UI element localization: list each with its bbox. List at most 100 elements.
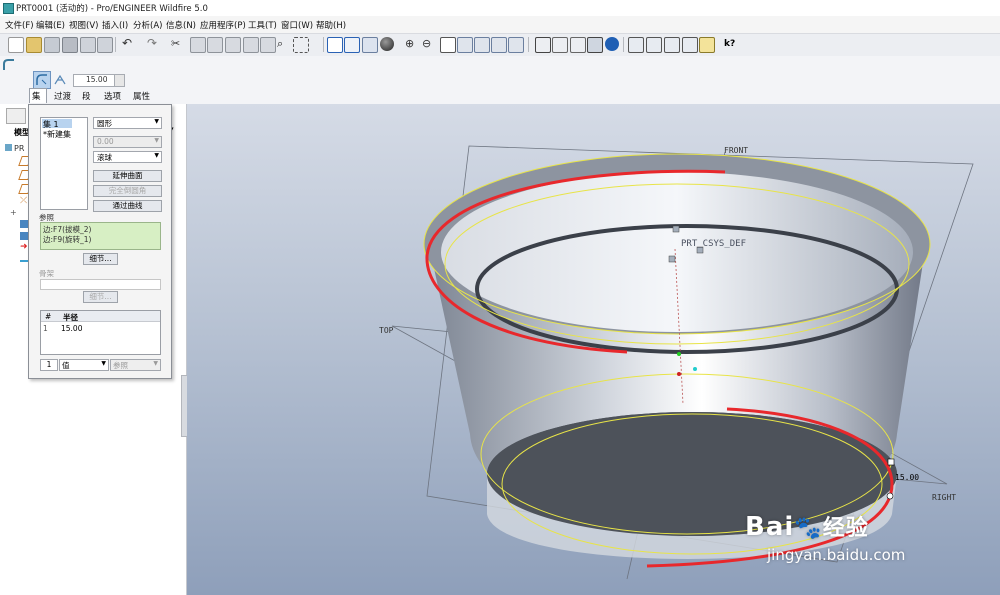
transition-mode-icon[interactable] xyxy=(53,72,67,86)
menu-analysis[interactable]: 分析(A) xyxy=(133,19,162,31)
appearance-icon[interactable] xyxy=(380,37,394,51)
extend-surfaces-button[interactable]: 延伸曲面 xyxy=(93,170,162,182)
view-manager-icon[interactable] xyxy=(508,37,524,53)
part-inner-wall[interactable] xyxy=(441,172,913,332)
menu-info[interactable]: 信息(N) xyxy=(166,19,196,31)
reorient-icon[interactable] xyxy=(457,37,473,53)
radius-table-col-radius: 半径 xyxy=(63,313,78,322)
round-feature-icon xyxy=(3,59,15,71)
enhanced-realism-icon[interactable] xyxy=(605,37,619,51)
save-icon[interactable] xyxy=(44,37,60,53)
spin-center-icon[interactable] xyxy=(362,37,378,53)
menu-help[interactable]: 帮助(H) xyxy=(316,19,346,31)
datum-axes-icon[interactable] xyxy=(646,37,662,53)
shading-icon[interactable] xyxy=(587,37,603,53)
tab-sets[interactable]: 集 xyxy=(32,90,41,102)
tree-root[interactable]: PR xyxy=(5,144,24,153)
zoom-out-icon[interactable]: ⊖ xyxy=(422,37,436,51)
csys-marker[interactable] xyxy=(668,255,676,263)
creation-method-select[interactable]: 滚球 ▼ xyxy=(93,151,162,163)
drag-handle[interactable] xyxy=(677,352,681,356)
radius-reference-select: 参照 ▼ xyxy=(110,359,161,371)
coord-sys-icon[interactable] xyxy=(682,37,698,53)
copy-icon[interactable] xyxy=(190,37,206,53)
set-mode-button[interactable] xyxy=(33,71,51,89)
round-feature-icon[interactable] xyxy=(20,254,28,262)
tab-options[interactable]: 选项 xyxy=(104,90,121,102)
menu-tools[interactable]: 工具(T) xyxy=(248,19,277,31)
csys-icon[interactable]: ⤫ xyxy=(20,196,27,206)
menu-applications[interactable]: 应用程序(P) xyxy=(200,19,246,31)
csys-label[interactable]: PRT_CSYS_DEF xyxy=(681,239,746,249)
expand-icon[interactable]: + xyxy=(10,208,17,217)
repaint-icon[interactable] xyxy=(327,37,343,53)
radius-input[interactable]: 15.00 xyxy=(73,74,125,87)
find-icon[interactable]: ⌕ xyxy=(277,37,291,51)
print-icon[interactable] xyxy=(62,37,78,53)
chevron-down-icon[interactable] xyxy=(114,75,124,86)
through-curve-button[interactable]: 通过曲线 xyxy=(93,200,162,212)
menu-edit[interactable]: 编辑(E) xyxy=(36,19,65,31)
undo-icon[interactable]: ↶ xyxy=(122,37,136,51)
datum-label-right[interactable]: RIGHT xyxy=(932,493,956,502)
radius-drag-handle[interactable] xyxy=(887,458,895,466)
datum-label-front[interactable]: FRONT xyxy=(724,146,748,155)
references-collector[interactable]: 边:F7(拔模_2) 边:F9(旋转_1) xyxy=(40,222,161,250)
hidden-line-icon[interactable] xyxy=(552,37,568,53)
radius-index-field[interactable]: 1 xyxy=(40,359,58,371)
wireframe-icon[interactable] xyxy=(535,37,551,53)
feature-icon[interactable] xyxy=(20,232,28,240)
new-file-icon[interactable] xyxy=(8,37,24,53)
spine-collector xyxy=(40,279,161,290)
saved-views-icon[interactable] xyxy=(474,37,490,53)
datum-label-top[interactable]: TOP xyxy=(379,326,394,335)
radius-drag-handle[interactable] xyxy=(886,492,894,500)
refit-icon[interactable] xyxy=(440,37,456,53)
regenerate-icon[interactable] xyxy=(243,37,259,53)
radius-dimension[interactable]: 15.00 xyxy=(895,473,919,482)
select-box-icon[interactable] xyxy=(293,37,309,53)
annotation-icon[interactable] xyxy=(699,37,715,53)
send-link-icon[interactable] xyxy=(97,37,113,53)
menu-insert[interactable]: 插入(I) xyxy=(102,19,128,31)
radius-row-value[interactable]: 15.00 xyxy=(61,324,82,333)
zoom-in-icon[interactable]: ⊕ xyxy=(405,37,419,51)
no-hidden-icon[interactable] xyxy=(570,37,586,53)
paste-icon[interactable] xyxy=(207,37,223,53)
tab-properties[interactable]: 属性 xyxy=(133,90,150,102)
graphics-viewport[interactable]: FRONT TOP RIGHT PRT_CSYS_DEF 15.00 xyxy=(187,104,1000,595)
cut-icon[interactable]: ✂ xyxy=(171,37,185,51)
spine-details-button: 细节... xyxy=(83,291,118,303)
open-folder-icon[interactable] xyxy=(26,37,42,53)
radius-table-header xyxy=(41,311,160,322)
reference-item[interactable]: 边:F9(旋转_1) xyxy=(43,234,92,245)
redo-icon[interactable]: ↷ xyxy=(147,37,161,51)
menu-view[interactable]: 视图(V) xyxy=(69,19,98,31)
menu-file[interactable]: 文件(F) xyxy=(5,19,34,31)
datum-planes-icon[interactable] xyxy=(628,37,644,53)
feature-icon[interactable] xyxy=(20,220,28,228)
datum-points-icon[interactable] xyxy=(664,37,680,53)
drag-handle[interactable] xyxy=(693,367,697,371)
tab-pieces[interactable]: 段 xyxy=(82,90,91,102)
send-mail-icon[interactable] xyxy=(80,37,96,53)
radius-table[interactable]: # 半径 1 15.00 xyxy=(40,310,161,355)
model-canvas[interactable]: FRONT TOP RIGHT PRT_CSYS_DEF 15.00 xyxy=(187,104,1000,595)
references-details-button[interactable]: 细节... xyxy=(83,253,118,265)
tab-transitions[interactable]: 过渡 xyxy=(54,90,71,102)
cross-section-shape-select[interactable]: 圆形 ▼ xyxy=(93,117,162,129)
csys-marker[interactable] xyxy=(672,225,680,233)
insert-here-icon[interactable]: ➜ xyxy=(20,242,28,252)
menu-window[interactable]: 窗口(W) xyxy=(281,19,313,31)
regen-manager-icon[interactable] xyxy=(260,37,276,53)
set-list[interactable]: 集 1 *新建集 xyxy=(40,117,88,210)
radius-value-type-select[interactable]: 值 ▼ xyxy=(59,359,109,371)
orient-mode-icon[interactable] xyxy=(344,37,360,53)
context-help-icon[interactable]: k? xyxy=(724,37,738,51)
set-item-new[interactable]: *新建集 xyxy=(43,129,71,140)
paste-special-icon[interactable] xyxy=(225,37,241,53)
layers-icon[interactable] xyxy=(491,37,507,53)
conic-value: 0.00 xyxy=(97,137,114,146)
drag-handle[interactable] xyxy=(677,372,681,376)
model-tree-tab[interactable] xyxy=(6,108,26,124)
